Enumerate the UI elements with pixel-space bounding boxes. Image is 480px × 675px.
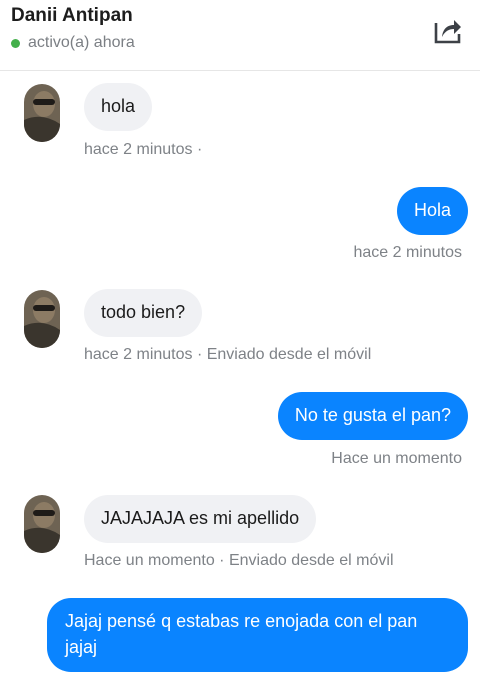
avatar-photo <box>24 84 60 142</box>
message-timestamp: hace 2 minutos · <box>84 141 203 158</box>
avatar[interactable] <box>24 290 60 348</box>
status-text: activo(a) ahora <box>28 34 135 51</box>
online-status-dot <box>11 38 20 48</box>
message-bubble[interactable]: hola <box>84 83 153 131</box>
message-timestamp: Hace un momento <box>331 450 462 467</box>
avatar-photo <box>24 495 60 553</box>
message-timestamp: Hace un momento · Enviado desde el móvil <box>84 552 394 569</box>
avatar-photo <box>24 290 60 348</box>
message-bubble[interactable]: todo bien? <box>84 289 203 337</box>
avatar[interactable] <box>24 495 60 553</box>
presence-status: activo(a) ahora <box>11 34 135 52</box>
message-timestamp: hace 2 minutos <box>353 244 462 261</box>
message-bubble[interactable]: JAJAJAJA es mi apellido <box>84 495 317 543</box>
message-bubble[interactable]: Hola <box>396 187 468 235</box>
share-icon <box>434 20 461 44</box>
avatar[interactable] <box>24 84 60 142</box>
chat-header: Danii Antipan activo(a) ahora <box>0 0 480 71</box>
message-bubble[interactable]: No te gusta el pan? <box>277 392 468 440</box>
contact-name[interactable]: Danii Antipan <box>11 5 133 27</box>
message-timestamp: hace 2 minutos · Enviado desde el móvil <box>84 346 372 363</box>
message-bubble[interactable]: Jajaj pensé q estabas re enojada con el … <box>47 598 468 672</box>
share-button[interactable] <box>430 13 464 47</box>
